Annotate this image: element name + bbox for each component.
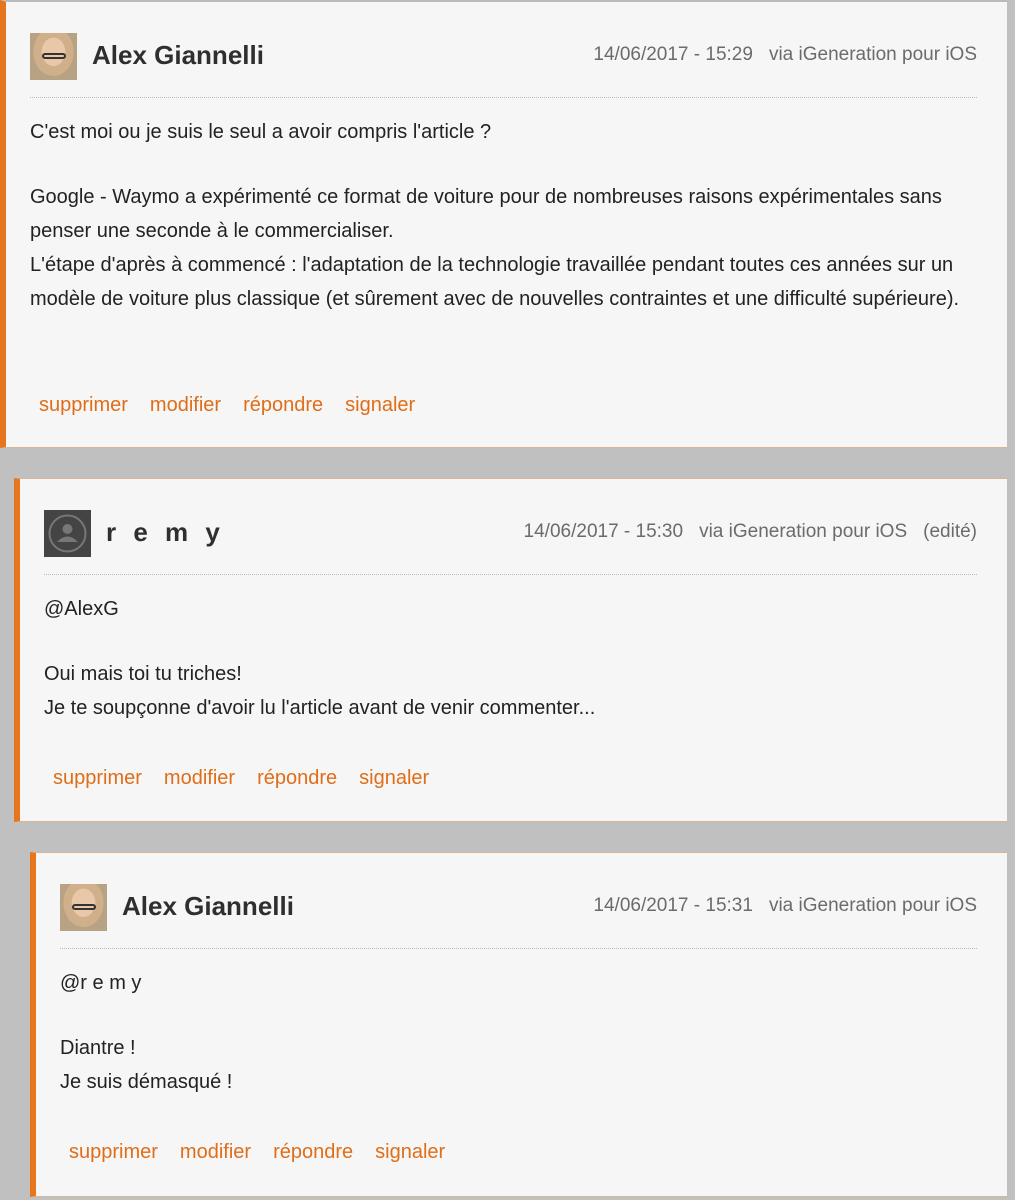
comment-line: L'étape d'après à commencé : l'adaptatio… — [30, 254, 960, 310]
edit-link[interactable]: modifier — [164, 767, 235, 789]
author-name[interactable]: Alex Giannelli — [122, 891, 294, 922]
comment-source: via iGeneration pour iOS — [768, 895, 977, 916]
comment-line: Oui mais toi tu triches! — [44, 663, 242, 685]
comment-line: Diantre ! — [60, 1037, 136, 1059]
avatar[interactable] — [60, 884, 107, 931]
reply-link[interactable]: répondre — [273, 1141, 353, 1163]
report-link[interactable]: signaler — [375, 1141, 445, 1163]
comment-date: 14/06/2017 - 15:29 — [593, 44, 753, 65]
reply-link[interactable]: répondre — [243, 394, 323, 416]
divider — [30, 97, 977, 98]
comment-line: C'est moi ou je suis le seul a avoir com… — [30, 121, 492, 143]
comment-body: @r e m y Diantre ! Je suis démasqué ! — [60, 966, 977, 1099]
edit-link[interactable]: modifier — [180, 1141, 251, 1163]
delete-link[interactable]: supprimer — [39, 394, 128, 416]
comment-line: @r e m y — [60, 972, 142, 994]
comment: r e m y 14/06/2017 - 15:30 via iGeneratio… — [14, 478, 1007, 822]
comment-line: @AlexG — [44, 598, 119, 620]
edited-label: (edité) — [923, 521, 977, 542]
comment-line: Je suis démasqué ! — [60, 1071, 233, 1093]
divider — [44, 574, 977, 575]
report-link[interactable]: signaler — [345, 394, 415, 416]
author-name[interactable]: Alex Giannelli — [92, 40, 264, 71]
delete-link[interactable]: supprimer — [69, 1141, 158, 1163]
author-name[interactable]: r e m y — [106, 517, 225, 548]
comment-date: 14/06/2017 - 15:30 — [523, 521, 684, 542]
comment-source: via iGeneration pour iOS — [699, 521, 908, 542]
delete-link[interactable]: supprimer — [53, 767, 142, 789]
default-avatar-icon[interactable] — [44, 510, 91, 557]
edit-link[interactable]: modifier — [150, 394, 221, 416]
report-link[interactable]: signaler — [359, 767, 429, 789]
divider — [60, 948, 977, 949]
comment: Alex Giannelli 14/06/2017 - 15:29 via iGe… — [0, 0, 1007, 448]
comment-body: C'est moi ou je suis le seul a avoir com… — [30, 115, 977, 316]
comment-source: via iGeneration pour iOS — [768, 44, 977, 65]
reply-link[interactable]: répondre — [257, 767, 337, 789]
comment-date: 14/06/2017 - 15:31 — [593, 895, 753, 916]
comment-line: Google - Waymo a expérimenté ce format d… — [30, 186, 942, 242]
avatar[interactable] — [30, 33, 77, 80]
comment-body: @AlexG Oui mais toi tu triches! Je te so… — [44, 592, 977, 725]
comment-line: Je te soupçonne d'avoir lu l'article ava… — [44, 697, 596, 719]
comment: Alex Giannelli 14/06/2017 - 15:31 via iGe… — [30, 852, 1007, 1197]
